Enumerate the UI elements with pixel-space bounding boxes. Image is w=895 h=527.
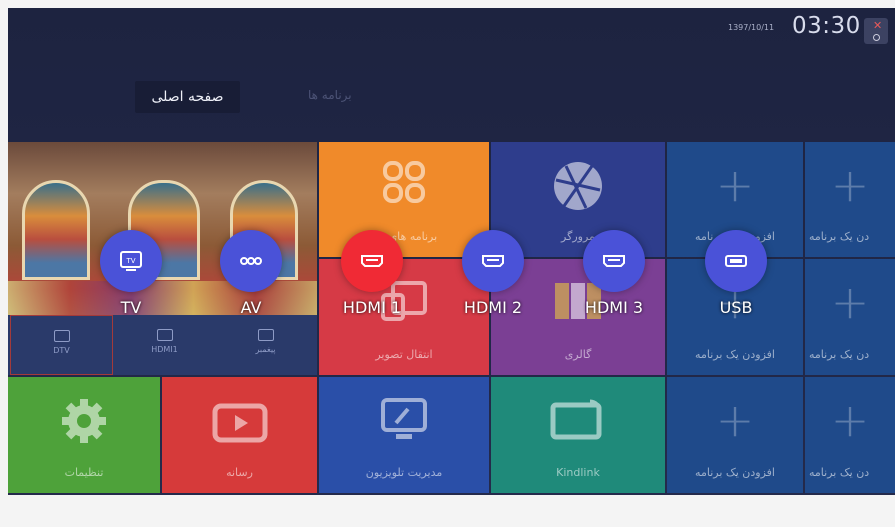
hdmi-icon <box>482 255 504 267</box>
tile-media-label: رسانه <box>226 466 253 479</box>
usb-icon <box>725 255 747 267</box>
plus-icon: + <box>830 275 870 329</box>
input-dtv[interactable]: DTV <box>10 315 113 375</box>
apps-grid-icon <box>382 160 426 208</box>
mosque-window-image <box>22 180 90 280</box>
tile-add-app[interactable]: + دن یک برنامه <box>805 142 895 257</box>
tv-home-screen: 1397/10/11 03:30 ✕ صفحه اصلی برنامه ها D… <box>8 8 895 495</box>
tile-screen-share-label: انتقال تصویر <box>375 348 433 361</box>
play-icon <box>212 403 268 447</box>
message-icon <box>257 329 274 341</box>
dtv-icon <box>53 330 70 342</box>
plus-icon: + <box>830 158 870 212</box>
plus-icon: + <box>830 393 870 447</box>
tab-home[interactable]: صفحه اصلی <box>135 81 240 113</box>
clock-display: 03:30 <box>792 13 861 39</box>
tile-add-app-label: دن یک برنامه <box>809 348 870 361</box>
av-icon <box>240 257 262 265</box>
tile-settings-label: تنظیمات <box>64 466 104 479</box>
tile-my-apps[interactable]: برنامه های من <box>319 142 489 257</box>
input-hdmi1-label: HDMI1 <box>151 345 178 354</box>
gear-icon <box>60 397 108 449</box>
tile-my-apps-label: برنامه های من <box>370 230 438 243</box>
source-av-label: AV <box>240 298 262 317</box>
svg-text:TV: TV <box>125 257 135 265</box>
tile-media[interactable]: رسانه <box>162 377 317 493</box>
source-hdmi2-button[interactable] <box>462 230 524 292</box>
tile-add-app-label: افزودن یک برنامه <box>695 348 775 361</box>
input-messenger-label: پیغمبر <box>255 345 276 354</box>
tile-add-app[interactable]: + دن یک برنامه <box>805 377 895 493</box>
tile-settings[interactable]: تنظیمات <box>8 377 160 493</box>
tile-gallery-label: گالری <box>564 348 592 361</box>
input-messenger[interactable]: پیغمبر <box>214 315 317 375</box>
source-usb-button[interactable] <box>705 230 767 292</box>
tile-add-app[interactable]: + افزودن یک برنامه <box>667 377 803 493</box>
globe-browser-icon <box>552 160 604 216</box>
plus-icon: + <box>715 393 755 447</box>
input-hdmi1[interactable]: HDMI1 <box>113 315 216 375</box>
hdmi-icon <box>603 255 625 267</box>
tile-browser[interactable]: مرورگر <box>491 142 665 257</box>
network-status-icon: ✕ <box>864 18 888 44</box>
input-dtv-label: DTV <box>53 346 70 355</box>
hdmi-icon <box>156 329 173 341</box>
tab-apps[interactable]: برنامه ها <box>308 88 352 102</box>
tile-kindlink[interactable]: Kindlink <box>491 377 665 493</box>
source-tv-label: TV <box>120 298 142 317</box>
input-source-strip: DTV HDMI1 پیغمبر <box>8 315 317 375</box>
source-av-button[interactable] <box>220 230 282 292</box>
tv-manager-icon <box>380 397 428 445</box>
tile-tv-manager[interactable]: مدیریت تلویزیون <box>319 377 489 493</box>
source-hdmi3-button[interactable] <box>583 230 645 292</box>
plus-icon: + <box>715 158 755 212</box>
tv-icon: TV <box>120 251 142 271</box>
tile-add-app[interactable]: + دن یک برنامه <box>805 259 895 375</box>
source-hdmi1-button[interactable] <box>341 230 403 292</box>
source-hdmi3-label: HDMI 3 <box>584 298 644 317</box>
hdmi-icon <box>361 255 383 267</box>
source-usb-label: USB <box>719 298 753 317</box>
tile-add-app-label: دن یک برنامه <box>809 230 870 243</box>
source-hdmi2-label: HDMI 2 <box>463 298 523 317</box>
tile-add-app-label: دن یک برنامه <box>809 466 870 479</box>
source-tv-button[interactable]: TV <box>100 230 162 292</box>
tile-add-app-label: افزودن یک برنامه <box>695 466 775 479</box>
source-hdmi1-label: HDMI 1 <box>342 298 402 317</box>
kindlink-cast-icon <box>550 397 606 445</box>
date-display: 1397/10/11 <box>728 23 775 32</box>
tile-tv-manager-label: مدیریت تلویزیون <box>365 466 443 479</box>
tile-kindlink-label: Kindlink <box>556 466 600 479</box>
live-tv-preview[interactable] <box>8 142 317 315</box>
